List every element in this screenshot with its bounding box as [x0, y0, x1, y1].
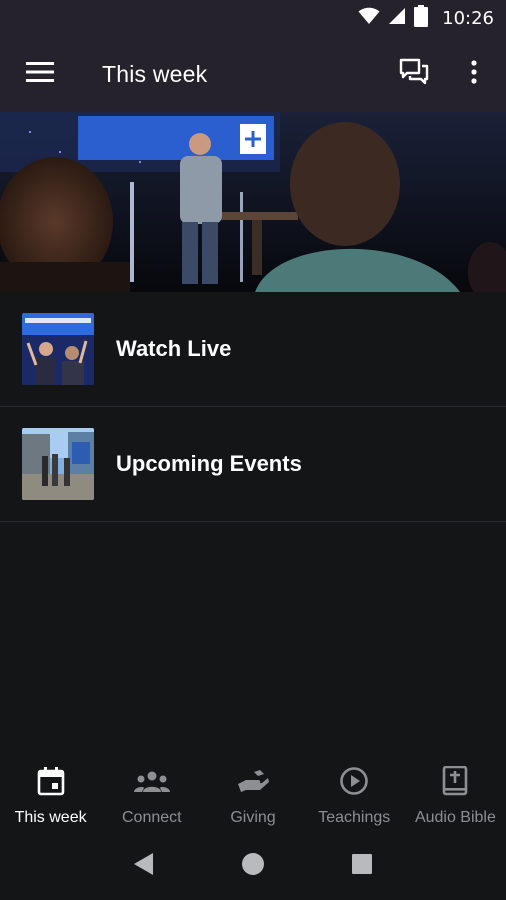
- home-button[interactable]: [233, 846, 273, 886]
- giving-hand-icon: [236, 766, 270, 801]
- group-icon: [133, 766, 170, 801]
- more-options-button[interactable]: [450, 50, 498, 98]
- status-time: 10:26: [442, 7, 494, 29]
- page-title: This week: [102, 60, 208, 87]
- battery-icon: [414, 4, 429, 32]
- nav-label: This week: [14, 809, 87, 826]
- list-item-label: Watch Live: [116, 336, 232, 361]
- more-vert-icon: [471, 59, 477, 89]
- recents-button[interactable]: [342, 846, 382, 886]
- nav-item-teachings[interactable]: Teachings: [304, 752, 405, 832]
- list-item-label: Upcoming Events: [116, 451, 302, 476]
- back-button[interactable]: [124, 846, 164, 886]
- wifi-icon: [358, 7, 380, 30]
- content-list: Watch Live Upcoming Events: [0, 292, 506, 522]
- back-icon: [133, 852, 155, 881]
- app-bar: This week: [0, 36, 506, 112]
- chat-button[interactable]: [390, 50, 438, 98]
- signal-icon: [388, 7, 406, 30]
- watch-live-thumbnail: [22, 313, 94, 385]
- hero-image[interactable]: [0, 112, 506, 292]
- calendar-icon: [37, 766, 65, 801]
- recents-icon: [351, 853, 373, 880]
- status-bar: 10:26: [0, 0, 506, 36]
- nav-item-connect[interactable]: Connect: [101, 752, 202, 832]
- chat-icon: [399, 58, 429, 91]
- home-icon: [241, 852, 265, 881]
- upcoming-events-thumbnail: [22, 428, 94, 500]
- nav-item-audio-bible[interactable]: Audio Bible: [405, 752, 506, 832]
- nav-label: Teachings: [318, 809, 391, 826]
- bottom-navigation: This week Connect Giving Teachings Audio…: [0, 752, 506, 832]
- system-navigation-bar: [0, 832, 506, 900]
- nav-label: Connect: [122, 809, 182, 826]
- nav-label: Giving: [230, 809, 276, 826]
- nav-item-giving[interactable]: Giving: [202, 752, 303, 832]
- nav-label: Audio Bible: [414, 809, 496, 826]
- bible-icon: [442, 765, 468, 801]
- play-circle-icon: [339, 766, 369, 801]
- nav-item-this-week[interactable]: This week: [0, 752, 101, 832]
- hamburger-menu-icon: [26, 61, 54, 87]
- list-item-watch-live[interactable]: Watch Live: [0, 292, 506, 407]
- menu-button[interactable]: [16, 50, 64, 98]
- list-item-upcoming-events[interactable]: Upcoming Events: [0, 407, 506, 522]
